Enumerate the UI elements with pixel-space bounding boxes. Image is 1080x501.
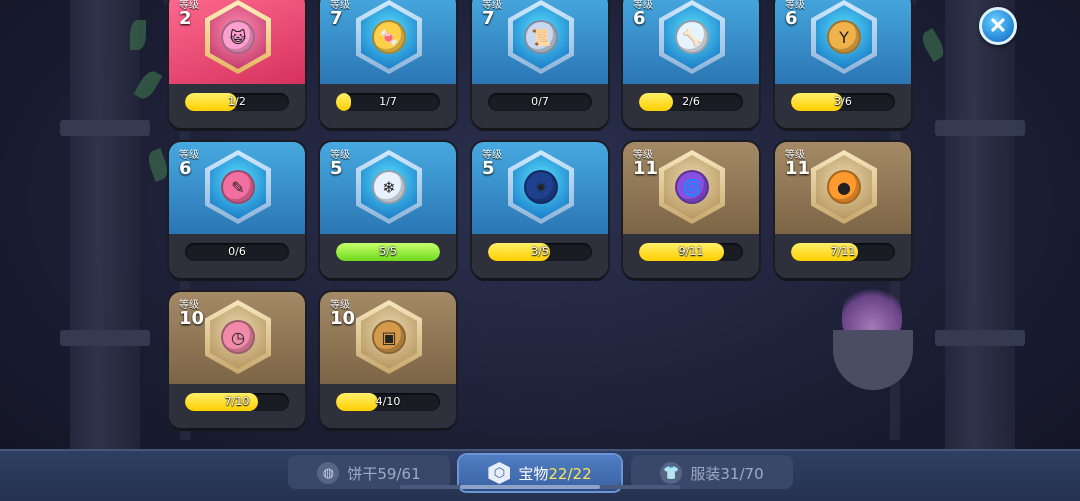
treasure-card[interactable]: 等级 11 ● 7/11	[775, 142, 911, 278]
tab-count: 59/61	[377, 464, 421, 483]
level-value: 6	[179, 158, 192, 179]
progress-text: 9/11	[678, 245, 704, 258]
level-value: 5	[482, 158, 495, 179]
treasure-card[interactable]: 等级 11 🌀 9/11	[623, 142, 759, 278]
level-value: 7	[482, 8, 495, 29]
tab-label: 服装	[690, 464, 721, 483]
progress-bar: 0/6	[185, 243, 289, 261]
progress-text: 5/5	[379, 245, 397, 258]
level-value: 11	[633, 158, 659, 179]
tab-count: 31/70	[720, 464, 764, 483]
progress-text: 3/6	[834, 95, 852, 108]
tab-scrollbar	[400, 485, 680, 489]
treasure-card[interactable]: 等级 5 ✷ 3/5	[472, 142, 608, 278]
spiky-shell-icon: ✷	[513, 155, 569, 219]
treasure-card[interactable]: 等级 10 ▣ 4/10	[320, 292, 456, 428]
slingshot-icon: Y	[816, 5, 872, 69]
tab-label: 饼干	[347, 464, 378, 483]
treasure-card[interactable]: 等级 7 🍬 1/7	[320, 0, 456, 128]
tab-label: 宝物	[518, 464, 549, 483]
level-value: 2	[179, 8, 192, 29]
level-value: 11	[785, 158, 811, 179]
progress-text: 7/10	[224, 395, 250, 408]
progress-bar: 0/7	[488, 93, 592, 111]
treasure-card[interactable]: 等级 5 ❄ 5/5	[320, 142, 456, 278]
progress-bar: 1/2	[185, 93, 289, 111]
shirt-icon: 👕	[660, 462, 683, 484]
treasure-card[interactable]: 等级 6 Y 3/6	[775, 0, 911, 128]
cookie-icon: ◍	[317, 462, 340, 484]
treasure-card[interactable]: 等级 2 😺 1/2	[169, 0, 305, 128]
level-value: 7	[330, 8, 343, 29]
close-icon: ✕	[988, 13, 1008, 38]
progress-text: 1/2	[228, 95, 246, 108]
level-value: 6	[785, 8, 798, 29]
progress-bar: 4/10	[336, 393, 440, 411]
scroll-icon: 📜	[513, 5, 569, 69]
progress-text: 0/7	[531, 95, 549, 108]
level-value: 5	[330, 158, 343, 179]
progress-text: 0/6	[228, 245, 246, 258]
progress-bar: 5/5	[336, 243, 440, 261]
progress-bar: 1/7	[336, 93, 440, 111]
candy-icon: 🍬	[361, 5, 417, 69]
vine-leaf	[130, 20, 146, 50]
background-pillar-left	[60, 0, 150, 450]
treasure-card[interactable]: 等级 10 ◷ 7/10	[169, 292, 305, 428]
level-value: 10	[179, 308, 205, 329]
orange-pouch-icon: ●	[816, 155, 872, 219]
progress-bar: 7/10	[185, 393, 289, 411]
treasure-chest-icon: ▣	[361, 305, 417, 369]
progress-text: 1/7	[379, 95, 397, 108]
progress-text: 7/11	[830, 245, 856, 258]
background-pillar-right	[935, 0, 1025, 450]
progress-bar: 3/5	[488, 243, 592, 261]
progress-bar: 3/6	[791, 93, 895, 111]
treasure-hex-icon: ⬡	[488, 462, 511, 484]
progress-text: 4/10	[375, 395, 401, 408]
tab-count: 22/22	[548, 464, 592, 483]
bone-hook-icon: 🦴	[664, 5, 720, 69]
progress-text: 2/6	[682, 95, 700, 108]
progress-bar: 2/6	[639, 93, 743, 111]
pocket-watch-icon: ◷	[210, 305, 266, 369]
treasure-card[interactable]: 等级 6 ✎ 0/6	[169, 142, 305, 278]
snow-orb-icon: ❄	[361, 155, 417, 219]
purple-swirl-icon: 🌀	[664, 155, 720, 219]
progress-text: 3/5	[531, 245, 549, 258]
note-feather-icon: ✎	[210, 155, 266, 219]
cat-goggles-icon: 😺	[210, 5, 266, 69]
level-value: 10	[330, 308, 356, 329]
treasure-card[interactable]: 等级 7 📜 0/7	[472, 0, 608, 128]
level-value: 6	[633, 8, 646, 29]
progress-bar: 7/11	[791, 243, 895, 261]
close-button[interactable]: ✕	[979, 7, 1017, 45]
progress-bar: 9/11	[639, 243, 743, 261]
treasure-card[interactable]: 等级 6 🦴 2/6	[623, 0, 759, 128]
